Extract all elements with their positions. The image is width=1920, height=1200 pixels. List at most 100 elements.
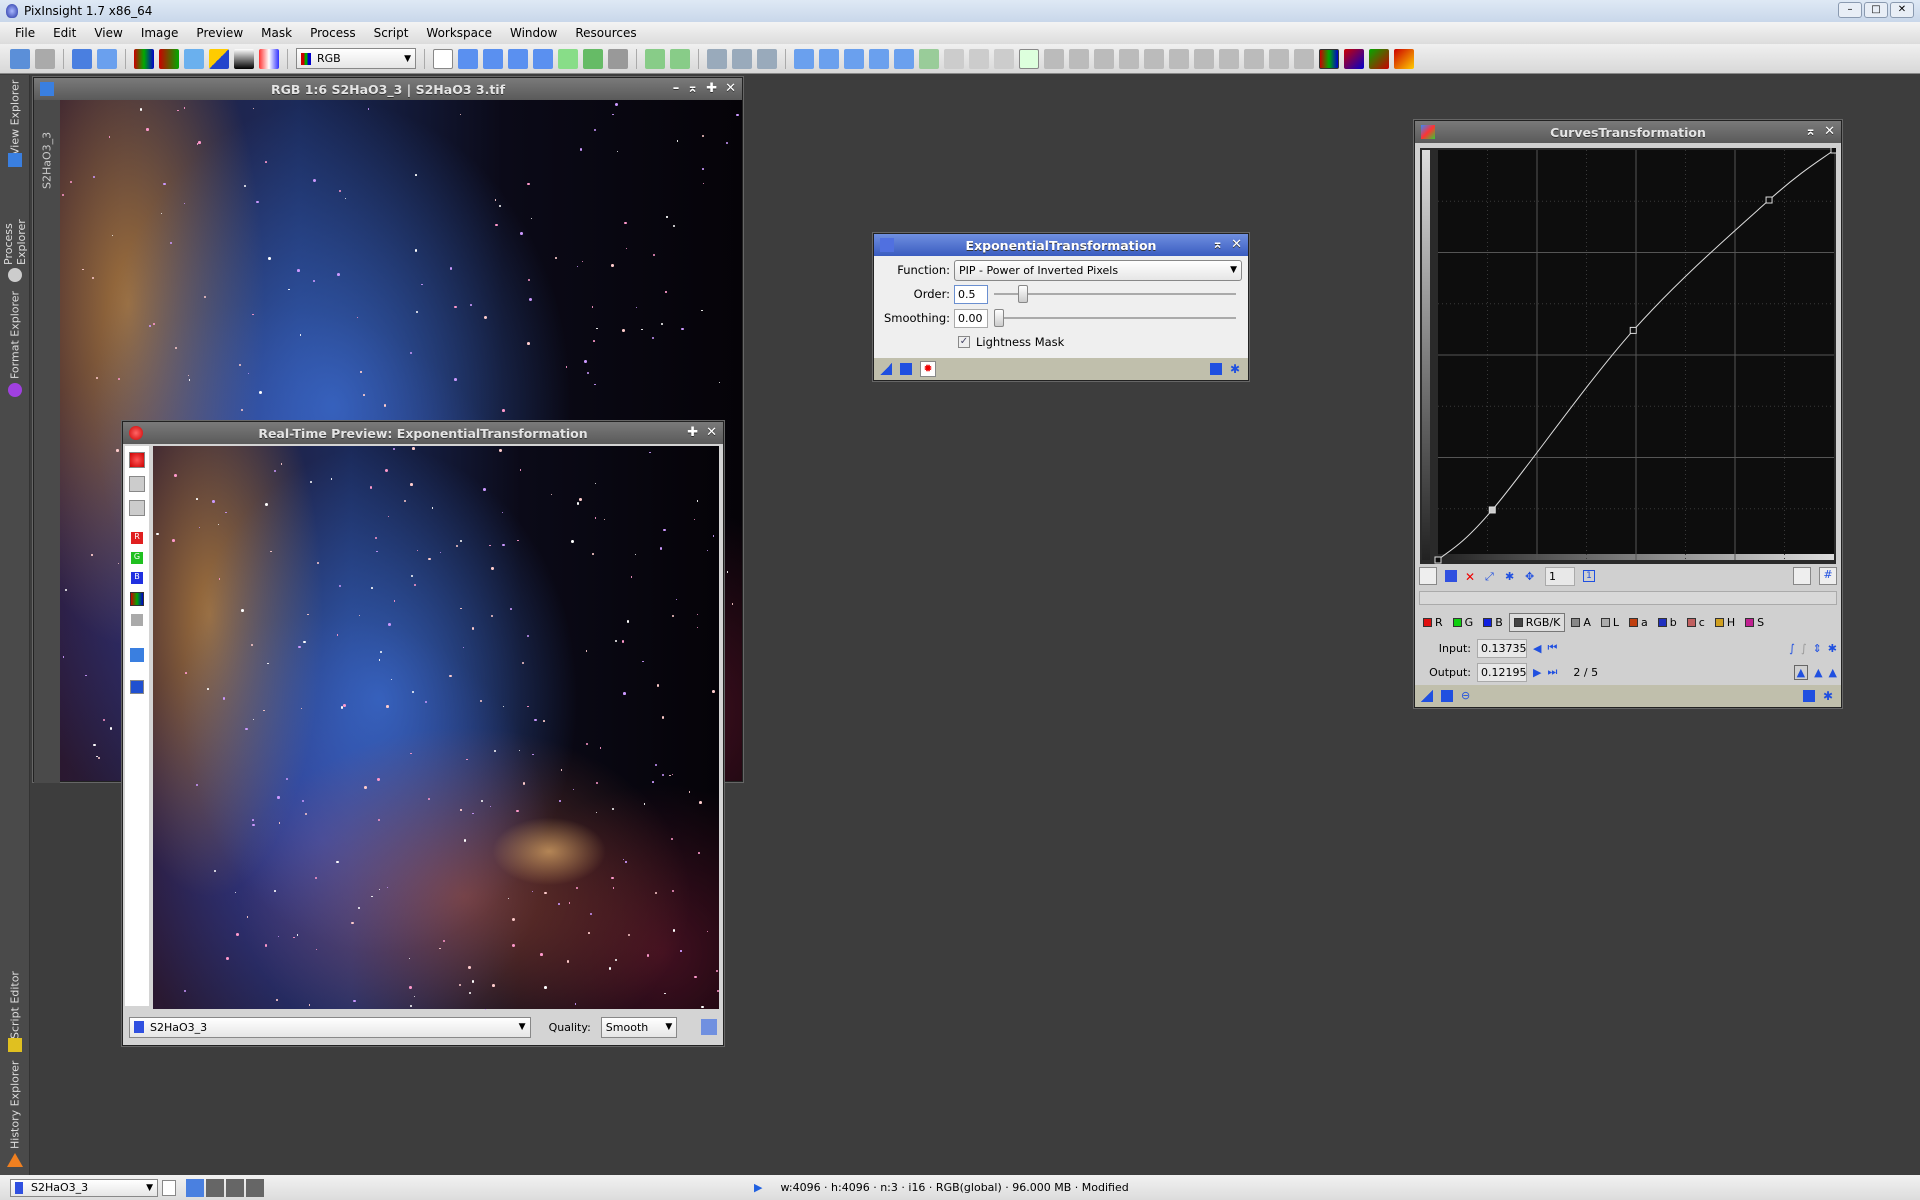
new-preview-icon[interactable] — [558, 49, 578, 69]
smoothing-slider-handle[interactable] — [994, 309, 1004, 327]
curve-point[interactable] — [1831, 148, 1836, 153]
close-app-button[interactable]: ✕ — [1890, 2, 1914, 18]
zoom-1-icon[interactable] — [707, 49, 727, 69]
window-icon[interactable] — [869, 49, 889, 69]
menu-window[interactable]: Window — [501, 26, 566, 40]
preview-titlebar[interactable]: Real-Time Preview: ExponentialTransforma… — [123, 422, 723, 444]
interp-linear-icon[interactable]: ⇕ — [1813, 642, 1822, 655]
close-icon[interactable]: ✕ — [1231, 237, 1242, 252]
order-slider[interactable] — [994, 293, 1236, 295]
mask-icon[interactable] — [259, 49, 279, 69]
channel-a-button[interactable]: a — [1625, 614, 1652, 631]
center-icon[interactable] — [533, 49, 553, 69]
interp-cubic-icon[interactable]: ∫ — [1801, 642, 1807, 655]
tool-6-icon[interactable] — [1219, 49, 1239, 69]
channel-display-icon[interactable] — [1319, 49, 1339, 69]
order-slider-handle[interactable] — [1018, 285, 1028, 303]
iconize-icon[interactable]: ⌅ — [687, 81, 698, 96]
new-instance-icon[interactable] — [1421, 690, 1433, 702]
channel-h-button[interactable]: H — [1711, 614, 1739, 631]
tab-format-explorer[interactable]: Format Explorer — [4, 290, 26, 380]
curves-titlebar[interactable]: CurvesTransformation ⌅ ✕ — [1415, 121, 1841, 143]
preview-view-select[interactable]: S2HaO3_3 ▼ — [129, 1017, 531, 1038]
histogram-toggle-icon[interactable] — [1793, 567, 1811, 585]
shade-icon[interactable]: ⌅ — [1212, 237, 1223, 252]
channel-r-button[interactable]: R — [1419, 614, 1447, 631]
documentation-icon[interactable] — [1803, 690, 1815, 702]
realtime-preview-toggle-icon[interactable]: ✹ — [920, 361, 936, 377]
prev-point-icon[interactable]: ◀ — [1533, 642, 1541, 655]
curve-graph[interactable] — [1420, 148, 1836, 564]
color-icon-3[interactable] — [1394, 49, 1414, 69]
apply-global-icon[interactable] — [1441, 690, 1453, 702]
mask-invert-icon[interactable] — [969, 49, 989, 69]
new-image-icon[interactable] — [184, 49, 204, 69]
close-icon[interactable]: ✕ — [725, 81, 736, 96]
rgb-extract-icon[interactable] — [134, 49, 154, 69]
invert-icon[interactable] — [209, 49, 229, 69]
delete-mode-icon[interactable]: ✕ — [1465, 570, 1477, 582]
stf-2-icon[interactable] — [1044, 49, 1064, 69]
view-icon[interactable] — [130, 648, 144, 662]
tool-2-icon[interactable] — [1119, 49, 1139, 69]
tool-4-icon[interactable] — [1169, 49, 1189, 69]
new-view-icon[interactable] — [162, 1180, 176, 1196]
apply-global-icon[interactable] — [900, 363, 912, 375]
channel-a-button[interactable]: A — [1567, 614, 1595, 631]
tool-5-icon[interactable] — [1194, 49, 1214, 69]
input-value-field[interactable]: 0.13735 — [1477, 639, 1527, 658]
view-selector[interactable]: S2HaO3_3 ▼ — [10, 1179, 158, 1197]
zoom-1-1-icon[interactable]: 1 — [1583, 570, 1595, 582]
tool-3-icon[interactable] — [1144, 49, 1164, 69]
stf-icon[interactable] — [1019, 49, 1039, 69]
menu-file[interactable]: File — [6, 26, 44, 40]
histogram-mode-2-icon[interactable]: ▲ — [1814, 666, 1822, 679]
next-point-icon[interactable]: ▶ — [1533, 666, 1541, 679]
maximize-button[interactable]: □ — [1864, 2, 1888, 18]
tool-8-icon[interactable] — [1269, 49, 1289, 69]
mask-show-icon[interactable] — [919, 49, 939, 69]
realtime-toggle-icon[interactable] — [129, 452, 145, 468]
tab-view-explorer[interactable]: View Explorer — [4, 77, 26, 157]
menu-workspace[interactable]: Workspace — [417, 26, 501, 40]
realtime-preview-window[interactable]: Real-Time Preview: ExponentialTransforma… — [122, 421, 724, 1046]
grayscale-icon[interactable] — [234, 49, 254, 69]
curve-point[interactable] — [1630, 327, 1636, 333]
exponential-transformation-dialog[interactable]: ExponentialTransformation ⌅ ✕ Function: P… — [873, 233, 1249, 381]
reset-icon[interactable]: ✱ — [1230, 363, 1242, 375]
channel-s-button[interactable]: S — [1741, 614, 1768, 631]
mask-enable-icon[interactable] — [994, 49, 1014, 69]
color-mode-select[interactable]: RGB ▼ — [296, 48, 416, 69]
process-icon[interactable] — [701, 1019, 717, 1035]
window-2-icon[interactable] — [894, 49, 914, 69]
workspace-1-button[interactable] — [186, 1179, 204, 1197]
cascade-icon[interactable] — [844, 49, 864, 69]
close-icon[interactable]: ✕ — [1824, 124, 1835, 139]
tool-b-icon[interactable] — [129, 500, 145, 516]
zoom-out-icon[interactable] — [670, 49, 690, 69]
menu-script[interactable]: Script — [365, 26, 418, 40]
workspace-4-button[interactable] — [246, 1179, 264, 1197]
histogram-mode-1-icon[interactable]: ▲ — [1794, 665, 1808, 680]
edit-preview-icon[interactable] — [583, 49, 603, 69]
interp-akima-icon[interactable]: ∫ — [1789, 642, 1795, 655]
color-icon-2[interactable] — [1369, 49, 1389, 69]
tool-7-icon[interactable] — [1244, 49, 1264, 69]
channel-l-button[interactable]: L — [1597, 614, 1623, 631]
zoom-in-icon[interactable] — [645, 49, 665, 69]
last-point-icon[interactable]: ⏭ — [1547, 665, 1557, 679]
grid-toggle-icon[interactable]: # — [1819, 567, 1837, 585]
exp-titlebar[interactable]: ExponentialTransformation ⌅ ✕ — [874, 234, 1248, 256]
curve-point[interactable] — [1435, 557, 1441, 563]
zoom-spinbox[interactable]: 1 — [1545, 567, 1575, 586]
workspace-3-button[interactable] — [226, 1179, 244, 1197]
realtime-preview-icon[interactable]: ⊖ — [1461, 690, 1473, 702]
tool-a-icon[interactable] — [129, 476, 145, 492]
curve-point[interactable] — [1489, 507, 1495, 513]
reset-icon[interactable]: ✱ — [1823, 690, 1835, 702]
play-icon[interactable]: ▶ — [754, 1181, 762, 1194]
undo-icon[interactable] — [10, 49, 30, 69]
channel-r-button[interactable]: R — [131, 532, 143, 544]
zoom-shrink-icon[interactable] — [483, 49, 503, 69]
maximize-icon[interactable]: ✚ — [706, 81, 717, 96]
